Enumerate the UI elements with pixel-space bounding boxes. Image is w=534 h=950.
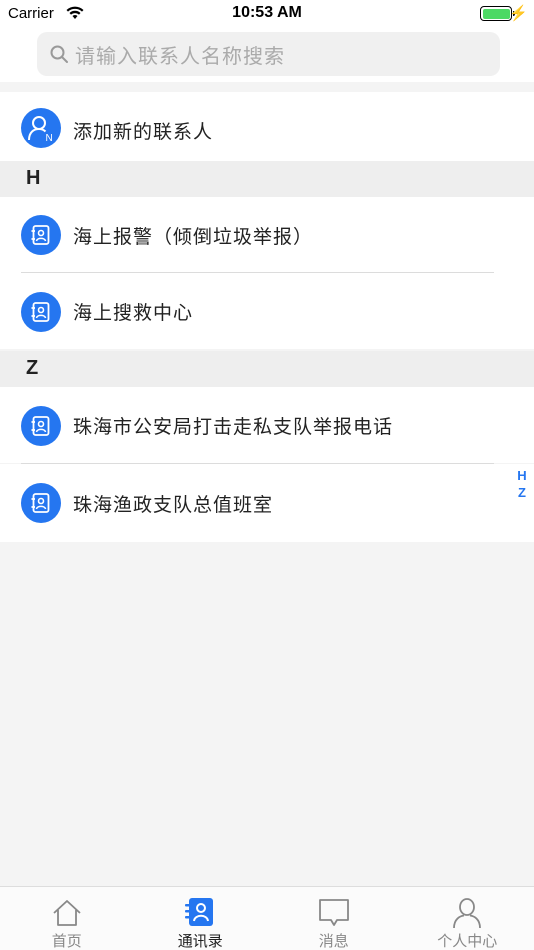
person-icon (453, 898, 482, 929)
add-person-icon: N (21, 108, 61, 148)
charging-icon: ⚡ (509, 5, 528, 22)
tab-bar: 首页 通讯录 消息 个人中心 (0, 886, 534, 950)
index-letter-h[interactable]: H (517, 467, 526, 484)
section-header-z: Z (0, 351, 534, 387)
contacts-icon (185, 898, 214, 926)
contact-name: 珠海渔政支队总值班室 (73, 493, 274, 516)
tab-label: 个人中心 (437, 932, 498, 950)
tab-home[interactable]: 首页 (0, 887, 134, 950)
index-letter-z[interactable]: Z (518, 484, 526, 501)
home-icon (53, 900, 81, 926)
tab-messages[interactable]: 消息 (267, 887, 401, 950)
status-bar: Carrier 10:53 AM ⚡ (0, 0, 534, 28)
alphabet-index[interactable]: H Z (514, 467, 530, 501)
contact-name: 海上报警（倾倒垃圾举报） (73, 225, 314, 248)
tab-profile[interactable]: 个人中心 (401, 887, 534, 950)
section-header-h: H (0, 161, 534, 197)
contact-row[interactable]: 海上搜救中心 (0, 273, 534, 349)
section-letter: H (26, 167, 41, 189)
contact-row[interactable]: 珠海市公安局打击走私支队举报电话 (0, 387, 534, 463)
contact-book-icon (21, 292, 61, 332)
tab-label: 通讯录 (177, 932, 223, 950)
add-contact-row[interactable]: N 添加新的联系人 (0, 92, 534, 168)
section-letter: Z (26, 357, 39, 379)
tab-contacts[interactable]: 通讯录 (134, 887, 268, 950)
contact-book-icon (21, 215, 61, 255)
contact-name: 珠海市公安局打击走私支队举报电话 (73, 415, 394, 438)
clock: 10:53 AM (232, 4, 302, 21)
contact-row[interactable]: 珠海渔政支队总值班室 (0, 464, 534, 542)
search-icon (50, 45, 68, 63)
search-area: 请输入联系人名称搜索 (0, 28, 534, 82)
message-icon (318, 899, 349, 926)
tab-label: 首页 (51, 932, 82, 950)
contact-book-icon (21, 483, 61, 523)
search-input[interactable]: 请输入联系人名称搜索 (37, 32, 500, 76)
search-placeholder: 请输入联系人名称搜索 (75, 43, 285, 68)
tab-label: 消息 (318, 932, 349, 950)
battery-icon (480, 6, 515, 21)
add-contact-label: 添加新的联系人 (73, 120, 214, 143)
contact-row[interactable]: 海上报警（倾倒垃圾举报） (0, 197, 534, 273)
contact-book-icon (21, 406, 61, 446)
svg-text:N: N (46, 133, 53, 143)
contact-name: 海上搜救中心 (73, 301, 194, 324)
